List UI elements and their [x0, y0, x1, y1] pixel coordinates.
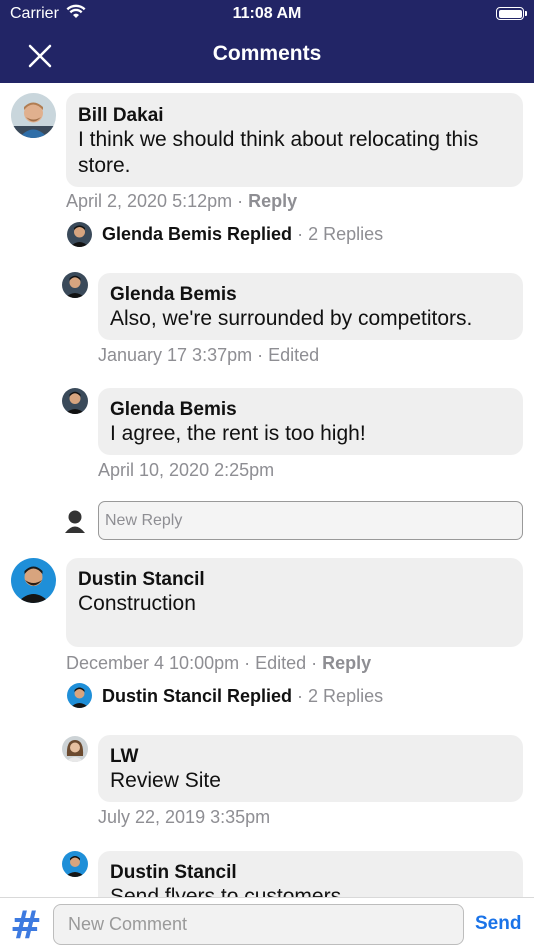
avatar [62, 388, 88, 414]
send-button[interactable]: Send [475, 913, 521, 935]
replied-summary[interactable]: Glenda Bemis Replied · 2 Replies [102, 224, 383, 245]
comment-bubble: Dustin Stancil Construction [66, 558, 523, 647]
reply-author: Dustin Stancil [110, 862, 237, 883]
comment-author: Dustin Stancil [78, 569, 205, 590]
new-comment-input[interactable]: New Comment [53, 904, 464, 945]
comment-author: Bill Dakai [78, 105, 164, 126]
comment-composer: # New Comment Send [0, 897, 534, 950]
reply-text: I agree, the rent is too high! [110, 422, 366, 445]
comment-text: Construction [78, 592, 196, 615]
comment-text: I think we should think about relocating… [78, 128, 479, 177]
avatar [62, 272, 88, 298]
reply-bubble: Dustin Stancil Send flyers to customers [98, 851, 523, 897]
reply-author: Glenda Bemis [110, 399, 237, 420]
reply-text: Send flyers to customers [110, 885, 342, 897]
avatar [62, 851, 88, 877]
battery-icon [496, 7, 527, 20]
page-title: Comments [212, 42, 322, 65]
status-bar: Carrier 11:08 AM [0, 0, 534, 28]
hashtag-icon[interactable]: # [10, 906, 42, 944]
avatar [67, 683, 92, 708]
avatar [11, 558, 56, 603]
reply-text: Also, we're surrounded by competitors. [110, 307, 473, 330]
replied-by: Glenda Bemis Replied [102, 224, 293, 244]
replied-by: Dustin Stancil Replied [102, 686, 293, 706]
reply-text: Review Site [110, 769, 221, 792]
reply-link[interactable]: Reply [322, 653, 371, 673]
comment-timestamp: December 4 10:00pm · Edited [66, 653, 307, 673]
reply-timestamp: January 17 3:37pm · Edited [98, 345, 320, 365]
comment-timestamp: April 2, 2020 5:12pm [66, 191, 233, 211]
reply-timestamp: July 22, 2019 3:35pm [98, 807, 271, 827]
reply-author: LW [110, 746, 139, 767]
reply-link[interactable]: Reply [248, 191, 297, 211]
comment-bubble: Bill Dakai I think we should think about… [66, 93, 523, 187]
user-placeholder-icon [63, 509, 87, 533]
reply-author: Glenda Bemis [110, 284, 237, 305]
comment-meta: April 2, 2020 5:12pm · Reply [66, 191, 298, 211]
reply-bubble: Glenda Bemis I agree, the rent is too hi… [98, 388, 523, 455]
reply-count[interactable]: 2 Replies [308, 686, 383, 706]
new-reply-input[interactable]: New Reply [98, 501, 523, 540]
clock: 11:08 AM [232, 5, 302, 22]
avatar [11, 93, 56, 138]
avatar [62, 736, 88, 762]
reply-bubble: LW Review Site [98, 735, 523, 802]
reply-count[interactable]: 2 Replies [308, 224, 383, 244]
comment-meta: December 4 10:00pm · Edited · Reply [66, 653, 372, 673]
nav-bar: Comments [0, 28, 534, 83]
reply-timestamp: April 10, 2020 2:25pm [98, 460, 275, 480]
replied-summary[interactable]: Dustin Stancil Replied · 2 Replies [102, 686, 383, 707]
avatar [67, 222, 92, 247]
comments-list[interactable]: Bill Dakai I think we should think about… [0, 83, 534, 897]
reply-bubble: Glenda Bemis Also, we're surrounded by c… [98, 273, 523, 340]
